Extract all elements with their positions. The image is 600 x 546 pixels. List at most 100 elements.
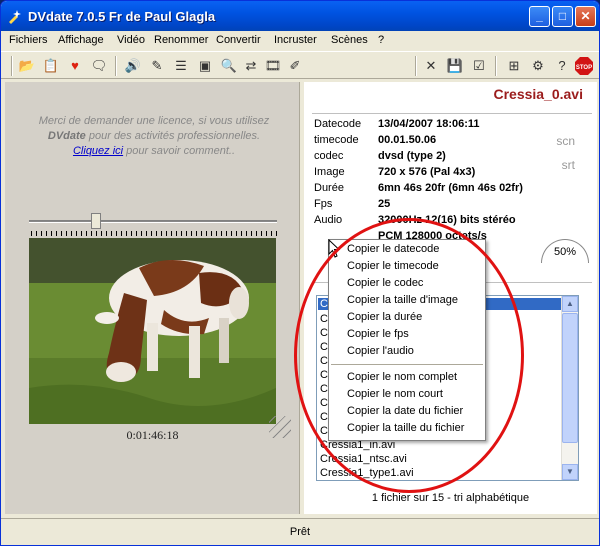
info-divider xyxy=(312,113,592,114)
list-item[interactable]: C xyxy=(320,397,328,409)
menu-copy-full-name[interactable]: Copier le nom complet xyxy=(347,371,457,383)
list-button[interactable]: ☰ xyxy=(171,56,191,76)
close-button[interactable]: ✕ xyxy=(575,6,596,27)
info-label-datecode: Datecode xyxy=(314,118,362,130)
delete-button[interactable]: ✕ xyxy=(421,56,441,76)
menu-fichiers[interactable]: Fichiers xyxy=(9,34,48,46)
menu-help[interactable]: ? xyxy=(378,34,384,46)
menu-copy-file-date[interactable]: Copier la date du fichier xyxy=(347,405,463,417)
menu-copy-datecode[interactable]: Copier le datecode xyxy=(347,243,439,255)
slider-thumb[interactable] xyxy=(90,213,101,229)
dvdate-app-icon xyxy=(9,10,21,24)
info-value-duree: 6mn 46s 20fr (6mn 46s 02fr) xyxy=(378,182,523,194)
convert-icon: ⇄ xyxy=(245,58,257,73)
list-item[interactable]: Cressia1_type1.avi xyxy=(320,467,414,479)
toolbar-separator xyxy=(11,56,13,76)
info-value-datecode: 13/04/2007 18:06:11 xyxy=(378,118,480,130)
scroll-thumb[interactable] xyxy=(562,313,578,443)
menu-copy-file-size[interactable]: Copier la taille du fichier xyxy=(347,422,464,434)
save-button[interactable]: 💾 xyxy=(445,56,465,76)
info-label-audio: Audio xyxy=(314,214,343,226)
license-link[interactable]: Cliquez ici xyxy=(73,145,123,157)
license-app-name: DVdate xyxy=(47,130,86,142)
title-bar[interactable]: DVdate 7.0.5 Fr de Paul Glagla _ □ ✕ xyxy=(1,1,599,31)
menu-copy-fps[interactable]: Copier le fps xyxy=(347,328,409,340)
tree-button[interactable]: ⊞ xyxy=(504,56,524,76)
info-label-fps: Fps xyxy=(314,198,333,210)
file-count: 1 fichier sur 15 - tri alphabétique xyxy=(371,492,530,504)
menu-incruster[interactable]: Incruster xyxy=(274,34,317,46)
settings-icon: ⚙ xyxy=(532,58,544,73)
audio-button[interactable]: 🔊 xyxy=(123,56,143,76)
srt-tag[interactable]: srt xyxy=(562,158,575,172)
maximize-icon: □ xyxy=(558,9,567,23)
favorite-button[interactable]: ♥ xyxy=(65,56,85,76)
info-value-image: 720 x 576 (Pal 4x3) xyxy=(378,166,476,178)
scroll-down-button[interactable]: ▼ xyxy=(562,464,578,480)
menu-video[interactable]: Vidéo xyxy=(117,34,145,46)
open-folder-icon: 📂 xyxy=(18,58,36,73)
list-item[interactable]: C xyxy=(320,425,328,437)
menu-convertir[interactable]: Convertir xyxy=(216,34,261,46)
save-icon: 💾 xyxy=(446,58,464,73)
open-folder-button[interactable]: 📂 xyxy=(17,56,37,76)
scroll-up-button[interactable]: ▲ xyxy=(562,296,578,312)
checklist-button[interactable]: ☑ xyxy=(469,56,489,76)
video-timecode: 0:01:46:18 xyxy=(126,428,179,442)
list-item[interactable]: C xyxy=(320,313,328,325)
cow-video-frame xyxy=(29,238,276,424)
comment-icon: 🗨 xyxy=(90,58,108,73)
help-button[interactable]: ? xyxy=(552,56,572,76)
list-icon: ☰ xyxy=(175,58,187,73)
scn-tag[interactable]: scn xyxy=(556,134,575,148)
volume-gauge[interactable]: 50% xyxy=(541,239,589,263)
rename-button[interactable]: ✎ xyxy=(147,56,167,76)
slider-ticks xyxy=(31,231,277,236)
list-item[interactable]: C xyxy=(320,327,328,339)
toolbar-separator xyxy=(495,56,497,76)
menu-copy-timecode[interactable]: Copier le timecode xyxy=(347,260,439,272)
edit-button[interactable]: ✐ xyxy=(285,56,305,76)
convert-button[interactable]: ⇄ xyxy=(241,56,261,76)
menu-copy-short-name[interactable]: Copier le nom court xyxy=(347,388,443,400)
list-item[interactable]: C xyxy=(320,383,328,395)
search-button[interactable]: 🔍 xyxy=(219,56,239,76)
app-window: DVdate 7.0.5 Fr de Paul Glagla _ □ ✕ Fic… xyxy=(0,0,600,546)
edit-icon: ✐ xyxy=(289,58,301,73)
speaker-icon: 🔊 xyxy=(124,58,142,73)
info-value-fps: 25 xyxy=(378,198,391,210)
stop-button[interactable]: STOP xyxy=(574,56,594,76)
menu-renommer[interactable]: Renommer xyxy=(154,34,208,46)
window-button[interactable]: ▣ xyxy=(195,56,215,76)
favorite-icon: ♥ xyxy=(71,58,79,73)
list-scrollbar[interactable]: ▲ ▼ xyxy=(561,296,578,480)
open-files-button[interactable]: 📋 xyxy=(41,56,61,76)
maximize-button[interactable]: □ xyxy=(552,6,573,27)
resize-grip[interactable] xyxy=(269,416,291,438)
menu-scenes[interactable]: Scènes xyxy=(331,34,368,46)
info-label-timecode: timecode xyxy=(314,134,359,146)
settings-button[interactable]: ⚙ xyxy=(528,56,548,76)
list-item[interactable]: Cressia1_ntsc.avi xyxy=(320,453,407,465)
license-notice: Merci de demander une licence, si vous u… xyxy=(19,114,289,159)
license-line-1: Merci de demander une licence, si vous u… xyxy=(38,115,270,127)
menu-affichage[interactable]: Affichage xyxy=(58,34,104,46)
comment-button[interactable]: 🗨 xyxy=(89,56,109,76)
file-title: Cressia_0.avi xyxy=(493,86,583,102)
list-item[interactable]: C xyxy=(320,341,328,353)
list-item[interactable]: C xyxy=(320,369,328,381)
video-position-slider[interactable] xyxy=(29,220,277,223)
list-item[interactable]: C xyxy=(320,355,328,367)
menu-copy-codec[interactable]: Copier le codec xyxy=(347,277,423,289)
minimize-button[interactable]: _ xyxy=(529,6,550,27)
list-item[interactable]: C xyxy=(320,411,328,423)
rename-icon: ✎ xyxy=(151,58,163,73)
film-button[interactable]: 🎞 xyxy=(263,56,283,76)
toolbar-separator xyxy=(115,56,117,76)
menu-copy-duration[interactable]: Copier la durée xyxy=(347,311,422,323)
menu-copy-audio[interactable]: Copier l'audio xyxy=(347,345,414,357)
chevron-up-icon: ▲ xyxy=(566,299,574,308)
info-value-timecode: 00.01.50.06 xyxy=(378,134,437,146)
menu-copy-image-size[interactable]: Copier la taille d'image xyxy=(347,294,458,306)
toolbar-separator xyxy=(415,56,417,76)
